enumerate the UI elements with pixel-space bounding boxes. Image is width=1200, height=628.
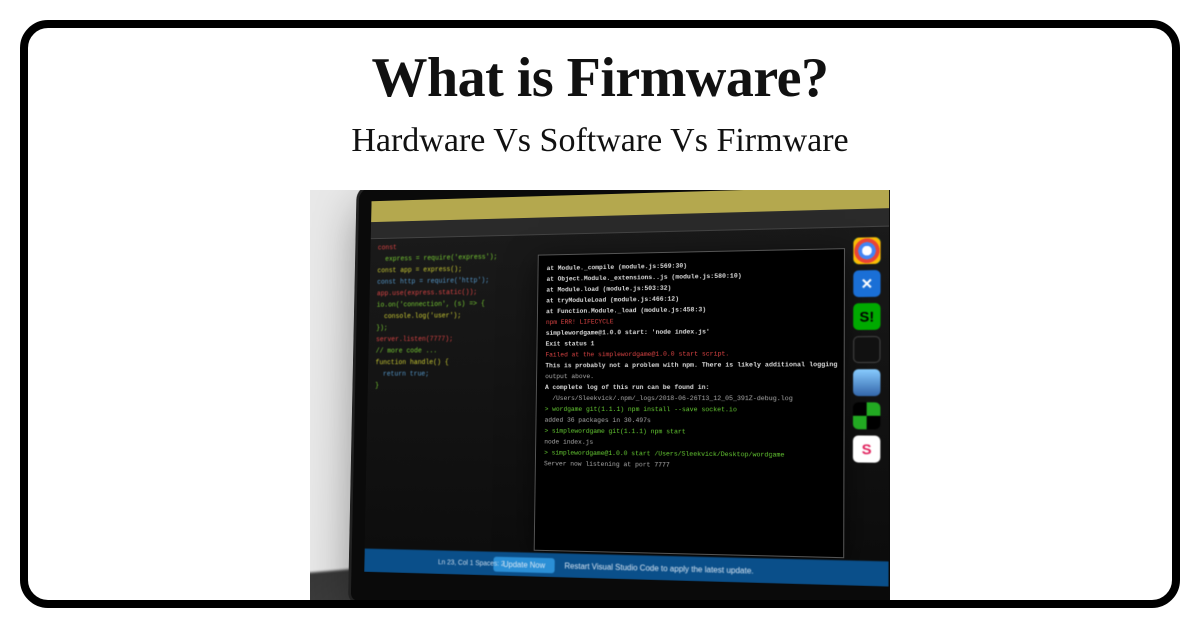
terminal-icon — [853, 336, 880, 363]
pattern-icon — [853, 402, 880, 429]
terminal-line: A complete log of this run can be found … — [545, 382, 835, 393]
terminal-line: /Users/Sleekvick/.npm/_logs/2018-06-26T1… — [545, 393, 835, 404]
info-card: What is Firmware? Hardware Vs Software V… — [20, 20, 1180, 608]
os-dock: ✕ S! S — [848, 237, 884, 555]
page-subtitle: Hardware Vs Software Vs Firmware — [351, 122, 848, 160]
app-icon: S! — [853, 303, 880, 330]
hero-photo: const express = require('express');const… — [310, 190, 890, 600]
statusbar-message: Restart Visual Studio Code to apply the … — [564, 561, 753, 575]
laptop-frame: const express = require('express');const… — [351, 190, 890, 600]
vscode-icon: ✕ — [853, 270, 880, 297]
chrome-icon — [853, 237, 880, 264]
finder-icon — [853, 369, 880, 396]
editor-tabbar — [371, 208, 889, 239]
terminal-line: Server now listening at port 7777 — [544, 458, 835, 472]
slack-icon: S — [853, 435, 880, 462]
statusbar-position: Ln 23, Col 1 Spaces: 2 — [438, 559, 505, 568]
terminal-panel: at Module._compile (module.js:569:30)at … — [534, 248, 845, 558]
terminal-line: output above. — [545, 370, 835, 382]
laptop-screen: const express = require('express');const… — [364, 190, 889, 587]
terminal-line: This is probably not a problem with npm.… — [545, 359, 835, 371]
page-title: What is Firmware? — [371, 46, 828, 110]
